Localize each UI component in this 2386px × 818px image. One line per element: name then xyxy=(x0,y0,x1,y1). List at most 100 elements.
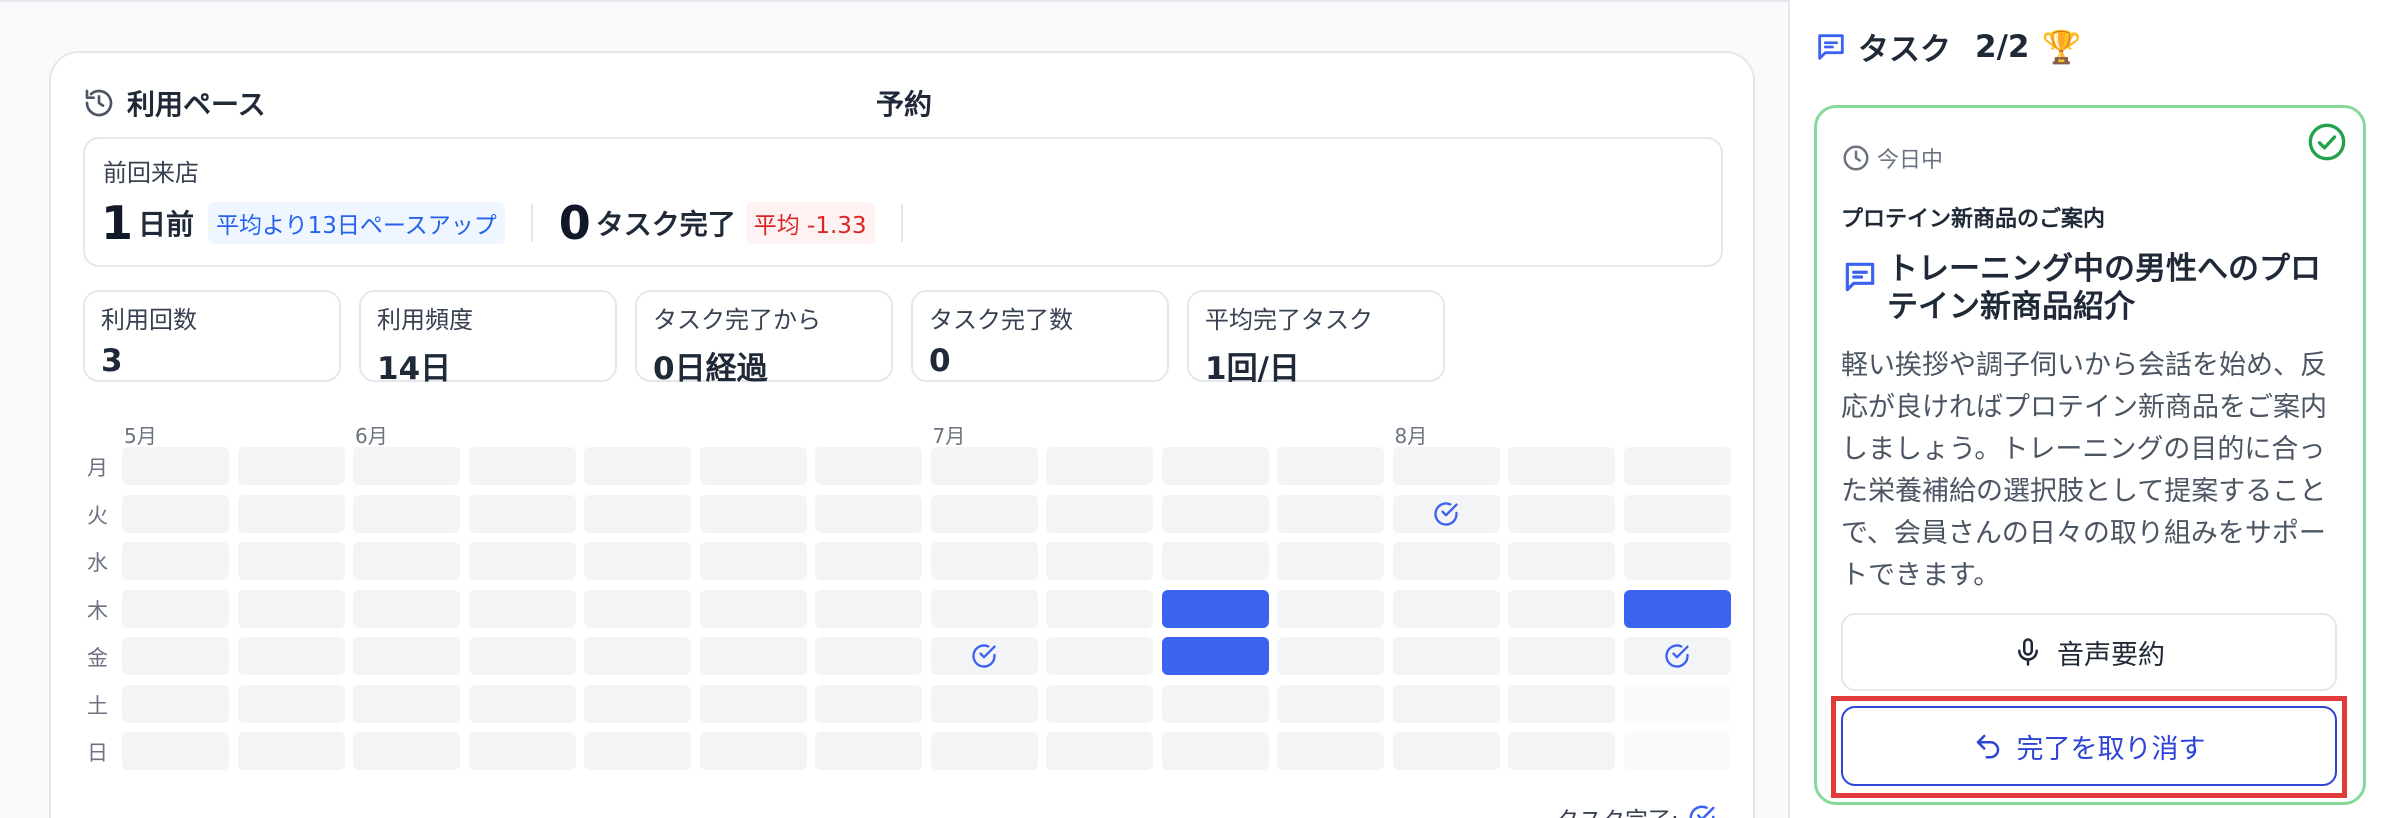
calendar-cell xyxy=(584,732,691,770)
stat-label: タスク完了から xyxy=(653,306,821,334)
stat-value: 0 xyxy=(929,343,951,379)
completed-check-icon xyxy=(2308,123,2346,161)
calendar-cell xyxy=(1277,494,1384,533)
stat-average-tasks: 平均完了タスク 1回/日 xyxy=(1187,290,1445,387)
task-panel-header: タスク 2/2 🏆 xyxy=(1814,24,2081,69)
calendar-cell xyxy=(1392,542,1500,580)
calendar-cell xyxy=(815,684,922,723)
calendar-cell xyxy=(1046,589,1153,628)
calendar-cell xyxy=(699,589,807,628)
task-category: プロテイン新商品のご案内 xyxy=(1841,207,2106,232)
calendar-cell xyxy=(1161,637,1269,675)
calendar-months: 5月 6月 7月 8月 xyxy=(51,416,1757,448)
voice-summary-button[interactable]: 音声要約 xyxy=(1841,613,2337,691)
calendar-cell xyxy=(1277,637,1384,675)
calendar-cell xyxy=(815,589,922,628)
pace-badge: 平均より13日ペースアップ xyxy=(208,202,505,244)
undo-complete-label: 完了を取り消す xyxy=(2016,733,2206,765)
task-card[interactable]: 今日中 プロテイン新商品のご案内 トレーニング中の男性へのプロテイン新商品紹介 … xyxy=(1814,105,2366,805)
calendar-cell xyxy=(930,589,1038,628)
calendar-cell xyxy=(1392,589,1500,628)
message-icon xyxy=(1818,33,1844,60)
calendar-cell xyxy=(353,684,460,723)
calendar-cell xyxy=(1508,589,1615,628)
calendar-cell xyxy=(122,684,229,723)
calendar-cell xyxy=(1046,637,1153,675)
divider xyxy=(900,204,903,242)
calendar-cell xyxy=(237,447,345,485)
calendar-cell xyxy=(1623,589,1731,628)
calendar-cell xyxy=(237,494,345,533)
stat-value: 0日経過 xyxy=(653,351,768,387)
calendar-cell xyxy=(930,637,1038,675)
calendar-cell xyxy=(1392,494,1500,533)
calendar-cell xyxy=(353,637,460,675)
calendar-cell xyxy=(122,589,229,628)
stat-value: 14日 xyxy=(377,351,452,387)
calendar-cell xyxy=(815,447,922,485)
undo-complete-button[interactable]: 完了を取り消す xyxy=(1841,706,2337,786)
calendar-cell xyxy=(930,684,1038,723)
stat-usage-count: 利用回数 3 xyxy=(83,290,341,382)
stat-label: 利用頻度 xyxy=(377,306,473,334)
calendar-cell xyxy=(815,637,922,675)
calendar-legend: タスク完了: xyxy=(1556,801,1717,818)
stat-value: 3 xyxy=(101,343,123,379)
undo-icon xyxy=(1976,734,1999,759)
month-label: 8月 xyxy=(1394,424,1428,448)
calendar-cell xyxy=(1277,447,1384,485)
stat-label: タスク完了数 xyxy=(929,306,1073,334)
task-due: 今日中 xyxy=(1841,142,1943,174)
calendar-cell xyxy=(1277,589,1384,628)
calendar-cell xyxy=(237,542,345,580)
calendar-cell xyxy=(353,447,460,485)
calendar-cell xyxy=(468,542,576,580)
calendar-cell xyxy=(1277,732,1384,770)
calendar-cell xyxy=(1392,684,1500,723)
tasks-completed-unit: タスク完了 xyxy=(595,208,736,241)
calendar-cell xyxy=(1623,447,1731,485)
calendar-cell xyxy=(1623,542,1731,580)
stat-usage-frequency: 利用頻度 14日 xyxy=(359,290,617,387)
weekday-label: 木 xyxy=(87,598,108,623)
calendar-cell xyxy=(1161,589,1269,628)
check-circle-icon xyxy=(972,644,996,668)
calendar-cell xyxy=(122,447,229,485)
calendar-cell xyxy=(237,589,345,628)
calendar-cell xyxy=(468,732,576,770)
calendar-cell xyxy=(1277,684,1384,723)
weekday-label: 土 xyxy=(87,693,108,718)
weekday-label: 日 xyxy=(87,741,108,765)
calendar-cell xyxy=(699,447,807,485)
calendar-cell xyxy=(699,494,807,533)
calendar-cell xyxy=(1623,732,1731,770)
month-label: 6月 xyxy=(355,424,388,448)
calendar-cell xyxy=(930,494,1038,533)
weekday-label: 月 xyxy=(87,456,108,480)
calendar-cell xyxy=(237,684,345,723)
reservation-title: 予約 xyxy=(876,88,933,121)
tasks-completed-count: 0 xyxy=(558,196,591,250)
check-circle-icon xyxy=(1665,644,1689,668)
calendar-cell xyxy=(699,732,807,770)
calendar-cell xyxy=(1161,494,1269,533)
calendar-cell xyxy=(468,589,576,628)
task-panel: タスク 2/2 🏆 今日中 プロテイン新商品のご案内 トレーニング中の男性へのプ… xyxy=(1788,0,2386,818)
calendar-cell xyxy=(815,732,922,770)
month-label: 5月 xyxy=(124,424,157,448)
calendar-cell xyxy=(353,494,460,533)
calendar-cell xyxy=(1046,494,1153,533)
calendar-cell xyxy=(122,732,229,770)
weekday-label: 水 xyxy=(87,551,108,575)
calendar-cell xyxy=(1161,732,1269,770)
calendar-cell xyxy=(584,542,691,580)
calendar-cell xyxy=(1623,637,1731,675)
calendar-cell xyxy=(353,589,460,628)
calendar-cell xyxy=(1623,684,1731,723)
calendar-cell xyxy=(1392,732,1500,770)
trophy-icon: 🏆 xyxy=(2041,27,2082,66)
calendar-cell xyxy=(930,542,1038,580)
weekday-label: 金 xyxy=(87,646,108,670)
calendar-cell xyxy=(1508,542,1615,580)
calendar-cell xyxy=(1161,684,1269,723)
